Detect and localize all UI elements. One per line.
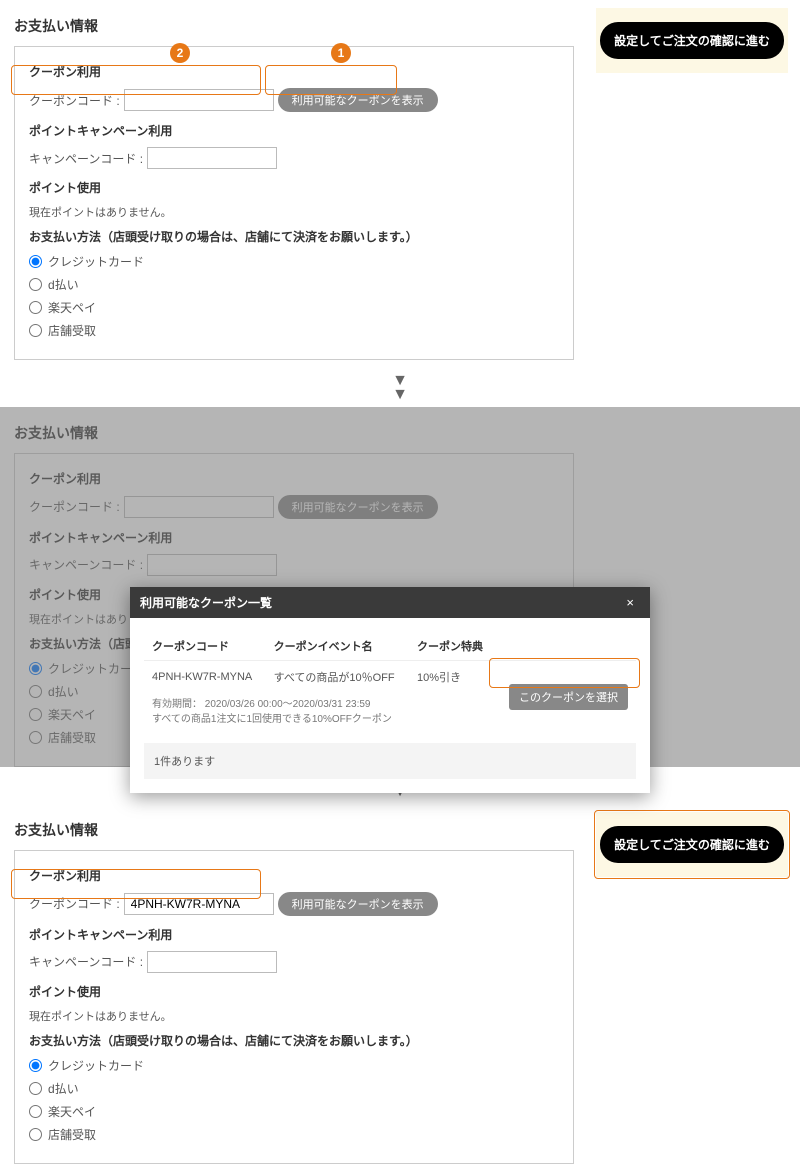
table-row: 4PNH-KW7R-MYNA すべての商品が10％OFF 10%引き このクーポ… xyxy=(144,660,636,693)
coupon-code-label: クーポンコード : xyxy=(29,895,120,912)
campaign-code-input[interactable] xyxy=(147,147,277,169)
coupon-heading: クーポン利用 xyxy=(29,470,559,487)
campaign-heading: ポイントキャンペーン利用 xyxy=(29,122,559,139)
proceed-button[interactable]: 設定してご注文の確認に進む xyxy=(600,826,784,863)
arrow-down-icon: ▼▼ xyxy=(0,374,800,403)
payment-option-store[interactable]: 店舗受取 xyxy=(29,1126,559,1143)
radio-credit[interactable] xyxy=(29,255,42,268)
payment-method-list: クレジットカード d払い 楽天ペイ 店舗受取 xyxy=(29,1057,559,1143)
radio-dpay[interactable] xyxy=(29,278,42,291)
campaign-heading: ポイントキャンペーン利用 xyxy=(29,926,559,943)
section-title: お支払い情報 xyxy=(14,423,786,443)
points-note: 現在ポイントはありません。 xyxy=(29,1008,559,1024)
panel-step1: お支払い情報 2 1 クーポン利用 クーポンコード : 利用可能なクーポンを表示… xyxy=(0,0,800,370)
payment-option-credit[interactable]: クレジットカード xyxy=(29,1057,559,1074)
col-code: クーポンコード xyxy=(144,632,266,661)
proceed-button[interactable]: 設定してご注文の確認に進む xyxy=(600,22,784,59)
campaign-code-label: キャンペーンコード : xyxy=(29,556,143,573)
callout-badge-2: 2 xyxy=(170,43,190,63)
panel-step3: お支払い情報 クーポン利用 クーポンコード : 利用可能なクーポンを表示 ポイン… xyxy=(0,804,800,1174)
payment-method-heading: お支払い方法（店頭受け取りの場合は、店舗にて決済をお願いします。） xyxy=(29,228,559,245)
cell-benefit: 10%引き xyxy=(409,660,495,693)
radio-rakuten[interactable] xyxy=(29,301,42,314)
payment-option-rakuten[interactable]: 楽天ペイ xyxy=(29,1103,559,1120)
cta-card: 設定してご注文の確認に進む xyxy=(596,8,788,73)
payment-option-dpay[interactable]: d払い xyxy=(29,1080,559,1097)
points-heading: ポイント使用 xyxy=(29,179,559,196)
close-icon[interactable]: × xyxy=(620,594,640,611)
coupon-detail: すべての商品1注文に1回使用できる10%OFFクーポン xyxy=(152,710,487,725)
coupon-modal: 利用可能なクーポン一覧 × クーポンコード クーポンイベント名 クーポン特典 4… xyxy=(130,587,650,793)
payment-option-dpay[interactable]: d払い xyxy=(29,276,559,293)
payment-option-store[interactable]: 店舗受取 xyxy=(29,322,559,339)
coupon-code-input[interactable] xyxy=(124,893,274,915)
select-coupon-button[interactable]: このクーポンを選択 xyxy=(509,684,628,710)
coupon-code-label: クーポンコード : xyxy=(29,498,120,515)
payment-method-list: クレジットカード d払い 楽天ペイ 店舗受取 xyxy=(29,253,559,339)
cell-event: すべての商品が10％OFF xyxy=(266,660,409,693)
coupon-heading: クーポン利用 xyxy=(29,867,559,884)
points-heading: ポイント使用 xyxy=(29,983,559,1000)
points-note: 現在ポイントはありません。 xyxy=(29,204,559,220)
show-coupons-button[interactable]: 利用可能なクーポンを表示 xyxy=(278,88,438,112)
coupon-heading: クーポン利用 xyxy=(29,63,559,80)
payment-option-credit[interactable]: クレジットカード xyxy=(29,253,559,270)
cell-code: 4PNH-KW7R-MYNA xyxy=(144,660,266,693)
show-coupons-button[interactable]: 利用可能なクーポンを表示 xyxy=(278,892,438,916)
payment-method-heading: お支払い方法（店頭受け取りの場合は、店舗にて決済をお願いします。） xyxy=(29,1032,559,1049)
col-event: クーポンイベント名 xyxy=(266,632,409,661)
payment-form-box: クーポン利用 クーポンコード : 利用可能なクーポンを表示 ポイントキャンペーン… xyxy=(14,850,574,1164)
coupon-code-input[interactable] xyxy=(124,89,274,111)
modal-title: 利用可能なクーポン一覧 xyxy=(140,594,272,611)
campaign-heading: ポイントキャンペーン利用 xyxy=(29,529,559,546)
payment-form-box: 2 1 クーポン利用 クーポンコード : 利用可能なクーポンを表示 ポイントキャ… xyxy=(14,46,574,360)
coupon-table: クーポンコード クーポンイベント名 クーポン特典 4PNH-KW7R-MYNA … xyxy=(144,632,636,733)
coupon-code-input[interactable] xyxy=(124,496,274,518)
cta-card: 設定してご注文の確認に進む xyxy=(596,812,788,877)
campaign-code-label: キャンペーンコード : xyxy=(29,150,143,167)
campaign-code-input[interactable] xyxy=(147,951,277,973)
payment-option-rakuten[interactable]: 楽天ペイ xyxy=(29,299,559,316)
campaign-code-input[interactable] xyxy=(147,554,277,576)
panel-step2: お支払い情報 クーポン利用 クーポンコード : 利用可能なクーポンを表示 ポイン… xyxy=(0,407,800,767)
campaign-code-label: キャンペーンコード : xyxy=(29,953,143,970)
radio-store[interactable] xyxy=(29,324,42,337)
col-benefit: クーポン特典 xyxy=(409,632,495,661)
callout-badge-1: 1 xyxy=(331,43,351,63)
coupon-validity: 有効期間： 2020/03/26 00:00～2020/03/31 23:59 xyxy=(152,695,487,710)
coupon-code-label: クーポンコード : xyxy=(29,92,120,109)
show-coupons-button[interactable]: 利用可能なクーポンを表示 xyxy=(278,495,438,519)
result-count: 1件あります xyxy=(144,743,636,779)
